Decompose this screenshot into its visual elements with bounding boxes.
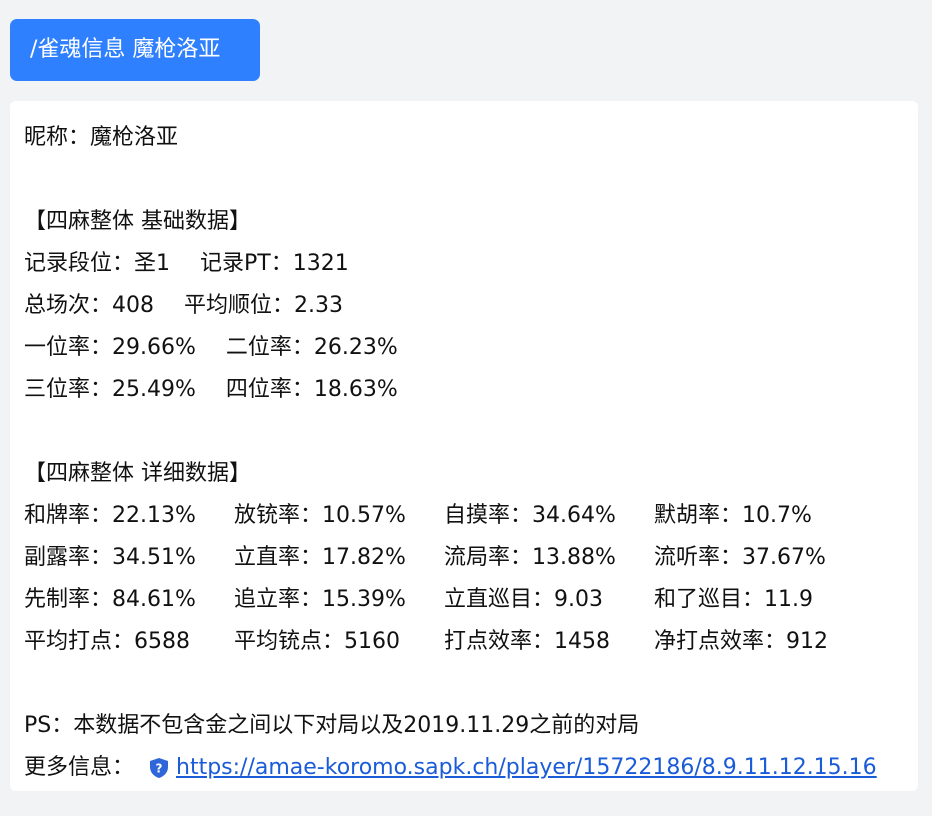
svg-text:?: ? bbox=[156, 762, 163, 776]
detail-stat: 打点效率：1458 bbox=[444, 629, 610, 654]
ps-note: PS：本数据不包含金之间以下对局以及2019.11.29之前的对局 bbox=[24, 713, 640, 738]
pt-stat: 记录PT：1321 bbox=[200, 251, 349, 276]
detail-stat: 平均打点：6588 bbox=[24, 629, 190, 654]
detail-stat: 净打点效率：912 bbox=[654, 629, 828, 654]
detail-stat: 立直巡目：9.03 bbox=[444, 587, 603, 612]
detail-stat: 和牌率：22.13% bbox=[24, 503, 196, 528]
third-rate-stat: 三位率：25.49% bbox=[24, 377, 196, 402]
detail-row: 先制率：84.61% 追立率：15.39% 立直巡目：9.03 和了巡目：11.… bbox=[24, 579, 918, 621]
second-rate-stat: 二位率：26.23% bbox=[225, 335, 398, 360]
detail-row: 和牌率：22.13% 放铳率：10.57% 自摸率：34.64% 默胡率：10.… bbox=[24, 495, 918, 537]
first-rate-stat: 一位率：29.66% bbox=[24, 335, 196, 360]
fourth-rate-stat: 四位率：18.63% bbox=[225, 377, 398, 402]
detail-stat: 追立率：15.39% bbox=[234, 587, 406, 612]
detail-stat: 先制率：84.61% bbox=[24, 587, 196, 612]
detail-row: 副露率：34.51% 立直率：17.82% 流局率：13.88% 流听率：37.… bbox=[24, 537, 918, 579]
place-rate-row-2: 三位率：25.49% 四位率：18.63% bbox=[24, 369, 918, 411]
detail-stat: 和了巡目：11.9 bbox=[654, 587, 813, 612]
detail-row: 平均打点：6588 平均铳点：5160 打点效率：1458 净打点效率：912 bbox=[24, 621, 918, 663]
detail-stat: 平均铳点：5160 bbox=[234, 629, 400, 654]
rank-row: 记录段位：圣1 记录PT：1321 bbox=[24, 243, 918, 285]
shield-question-icon: ? bbox=[148, 757, 170, 779]
games-stat: 总场次：408 bbox=[24, 293, 154, 318]
command-message-bubble: /雀魂信息 魔枪洛亚 bbox=[10, 19, 260, 81]
player-stats-link[interactable]: https://amae-koromo.sapk.ch/player/15722… bbox=[176, 752, 877, 784]
more-info-label: 更多信息： bbox=[24, 755, 135, 780]
detail-stat: 默胡率：10.7% bbox=[654, 503, 812, 528]
reply-message-card: 昵称：魔枪洛亚 【四麻整体 基础数据】 记录段位：圣1 记录PT：1321 总场… bbox=[10, 101, 918, 791]
rank-stat: 记录段位：圣1 bbox=[24, 251, 170, 276]
detail-stat: 流局率：13.88% bbox=[444, 545, 616, 570]
detail-section-header: 【四麻整体 详细数据】 bbox=[24, 461, 251, 486]
place-rate-row-1: 一位率：29.66% 二位率：26.23% bbox=[24, 327, 918, 369]
detail-stat: 立直率：17.82% bbox=[234, 545, 406, 570]
more-info-row: 更多信息： ? https://amae-koromo.sapk.ch/play… bbox=[24, 747, 918, 789]
avg-place-stat: 平均顺位：2.33 bbox=[184, 293, 343, 318]
detail-stat: 副露率：34.51% bbox=[24, 545, 196, 570]
detail-stat: 自摸率：34.64% bbox=[444, 503, 616, 528]
detail-stat: 流听率：37.67% bbox=[654, 545, 826, 570]
nickname-line: 昵称：魔枪洛亚 bbox=[24, 125, 179, 150]
basic-section-header: 【四麻整体 基础数据】 bbox=[24, 209, 251, 234]
detail-stat: 放铳率：10.57% bbox=[234, 503, 406, 528]
games-row: 总场次：408 平均顺位：2.33 bbox=[24, 285, 918, 327]
command-text: /雀魂信息 魔枪洛亚 bbox=[30, 37, 221, 62]
